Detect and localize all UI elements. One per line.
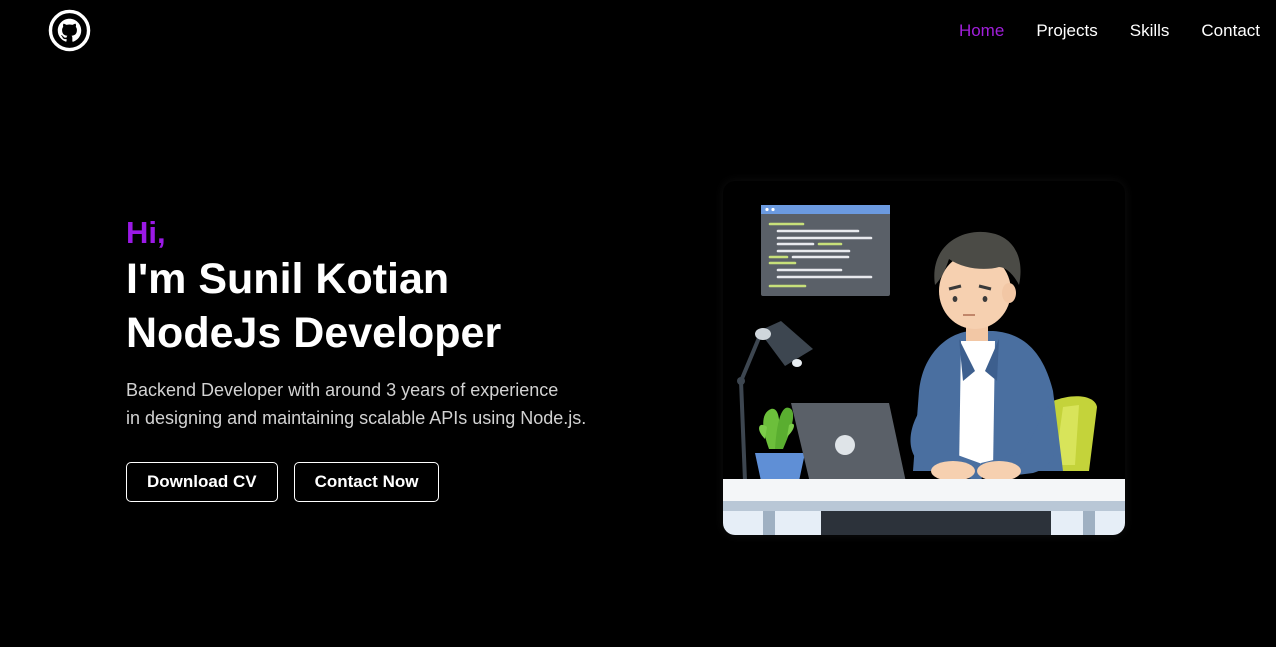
hero-description-line-2: in designing and maintaining scalable AP… — [126, 408, 587, 428]
download-cv-button[interactable]: Download CV — [126, 462, 278, 502]
contact-now-button[interactable]: Contact Now — [293, 462, 440, 502]
github-logo-link[interactable] — [48, 9, 91, 52]
code-window-graphic — [761, 205, 890, 296]
hero-actions: Download CV Contact Now — [126, 462, 646, 502]
nav-projects[interactable]: Projects — [1036, 20, 1097, 42]
hero-name: I'm Sunil Kotian — [126, 255, 450, 303]
hero-description: Backend Developer with around 3 years of… — [126, 376, 646, 432]
hero-greeting: Hi, — [126, 215, 166, 250]
hero-role: NodeJs Developer — [126, 309, 502, 357]
developer-illustration — [723, 181, 1125, 535]
main-nav: Home Projects Skills Contact — [959, 20, 1260, 42]
nav-contact[interactable]: Contact — [1201, 20, 1260, 42]
developer-person-graphic — [910, 231, 1063, 481]
hero-description-line-1: Backend Developer with around 3 years of… — [126, 380, 559, 400]
nav-home[interactable]: Home — [959, 20, 1004, 42]
nav-skills[interactable]: Skills — [1130, 20, 1170, 42]
github-icon — [48, 9, 91, 52]
hero-section: Hi, I'm Sunil Kotian NodeJs Developer Ba… — [126, 214, 646, 502]
desk-graphic — [723, 479, 1125, 535]
